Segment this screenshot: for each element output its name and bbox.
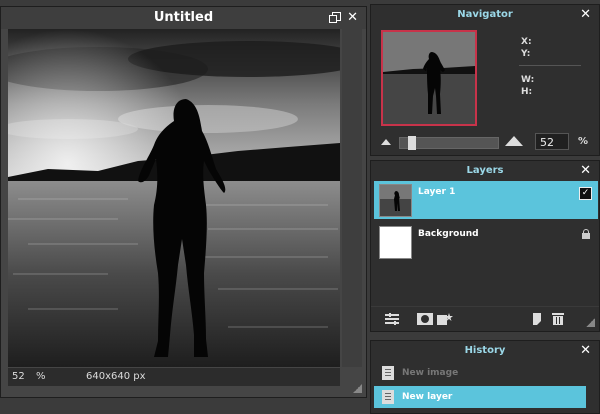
lock-icon	[582, 229, 590, 239]
document-statusbar: 52 % 640x640 px	[8, 368, 340, 386]
navigator-zoom-controls: 52 %	[381, 133, 591, 151]
w-label: W:	[521, 75, 535, 85]
layers-titlebar[interactable]: Layers ✕	[371, 161, 599, 181]
layer-row-layer-1[interactable]: Layer 1 ✓	[374, 181, 598, 219]
new-layer-icon[interactable]	[531, 313, 545, 325]
zoom-slider-handle[interactable]	[408, 136, 416, 150]
history-titlebar[interactable]: History ✕	[371, 341, 599, 361]
navigator-panel: Navigator ✕ X: Y: W: H: 52 %	[370, 4, 600, 156]
layers-title: Layers	[466, 165, 504, 176]
zoom-in-icon[interactable]	[505, 136, 523, 146]
x-label: X:	[521, 37, 532, 47]
navigator-title: Navigator	[457, 9, 513, 20]
navigator-zoom-input[interactable]: 52	[535, 133, 569, 150]
layer-row-background[interactable]: Background	[374, 223, 598, 261]
navigator-thumbnail[interactable]	[381, 30, 477, 126]
document-icon	[382, 366, 394, 380]
y-label: Y:	[521, 49, 531, 59]
close-document-icon[interactable]: ✕	[347, 7, 358, 29]
layers-panel: Layers ✕ Layer 1 ✓ Background	[370, 160, 600, 332]
zoom-out-icon[interactable]	[381, 139, 391, 145]
background-thumbnail	[379, 226, 412, 259]
layer-styles-icon[interactable]	[437, 313, 453, 325]
layer-name: Background	[418, 229, 479, 239]
layer-thumbnail	[379, 184, 412, 217]
history-item-label: New image	[402, 368, 459, 378]
h-label: H:	[521, 87, 533, 97]
document-size: 640x640 px	[86, 371, 146, 382]
zoom-value[interactable]: 52	[12, 368, 25, 386]
restore-window-icon[interactable]	[329, 12, 341, 23]
document-window: Untitled ✕ 52 % 640x640 px	[0, 6, 367, 398]
layers-toolbar	[371, 306, 599, 331]
resize-grip-icon[interactable]	[353, 384, 362, 393]
history-panel: History ✕ New image New layer	[370, 340, 600, 414]
history-item[interactable]: New layer	[374, 386, 586, 408]
info-separator	[519, 65, 581, 66]
layer-1-thumbnail-image	[380, 185, 411, 216]
close-layers-icon[interactable]: ✕	[580, 161, 591, 181]
close-navigator-icon[interactable]: ✕	[580, 5, 591, 25]
zoom-slider[interactable]	[399, 136, 499, 150]
history-title: History	[464, 345, 506, 356]
document-title: Untitled	[153, 10, 214, 25]
photo-silhouette-lake	[8, 29, 340, 367]
zoom-unit: %	[36, 371, 46, 382]
canvas-scrollbar[interactable]	[342, 29, 362, 367]
close-history-icon[interactable]: ✕	[580, 341, 591, 361]
layer-visibility-checkbox[interactable]: ✓	[579, 187, 592, 200]
document-icon	[382, 390, 394, 404]
history-item[interactable]: New image	[374, 362, 586, 384]
document-titlebar[interactable]: Untitled ✕	[1, 7, 366, 29]
navigator-titlebar[interactable]: Navigator ✕	[371, 5, 599, 25]
layers-resize-icon[interactable]	[586, 318, 595, 327]
layer-mask-icon[interactable]	[417, 313, 433, 325]
history-item-label: New layer	[402, 392, 453, 402]
delete-layer-icon[interactable]	[551, 313, 565, 325]
layer-settings-icon[interactable]	[385, 313, 399, 325]
navigator-preview-image	[383, 32, 475, 124]
navigator-zoom-unit: %	[578, 136, 589, 147]
image-canvas[interactable]	[8, 29, 340, 367]
layer-name: Layer 1	[418, 187, 456, 197]
